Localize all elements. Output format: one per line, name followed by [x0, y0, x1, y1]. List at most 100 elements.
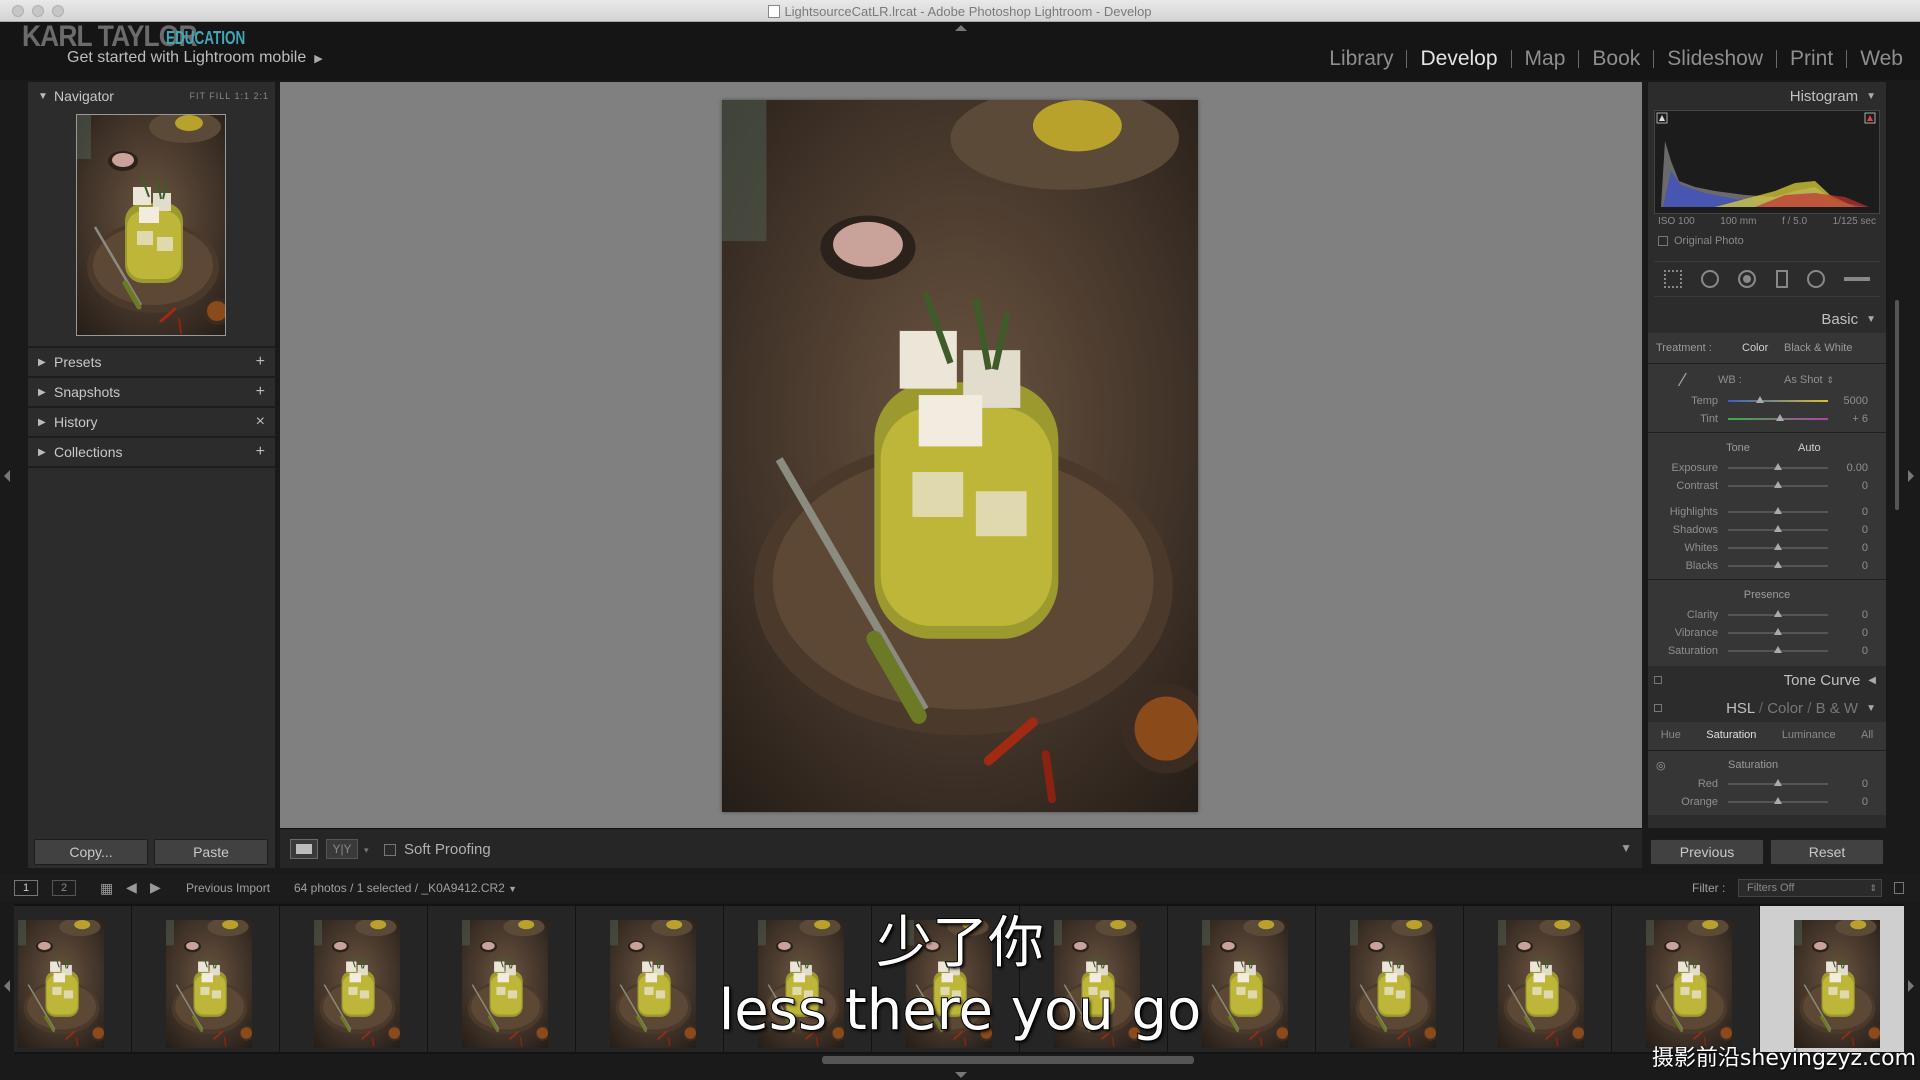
hsl-tab[interactable]: HSL: [1726, 700, 1755, 717]
slider-track[interactable]: [1728, 779, 1828, 786]
tone-curve-header[interactable]: Tone Curve ◀: [1648, 666, 1886, 694]
slider-knob[interactable]: [1756, 396, 1764, 403]
filmstrip-scrollbar[interactable]: [822, 1056, 1194, 1064]
hsl-header[interactable]: HSL / Color / B & W ▼: [1648, 694, 1886, 722]
slider-value[interactable]: 0: [1828, 609, 1878, 621]
section-action-icon[interactable]: ×: [256, 413, 265, 431]
secondary-window-button[interactable]: 2: [52, 880, 76, 896]
tone-auto-button[interactable]: Auto: [1798, 442, 1821, 454]
hsl-toggle[interactable]: [1654, 704, 1662, 712]
wb-eyedropper-icon[interactable]: ⁄: [1648, 370, 1718, 391]
section-action-icon[interactable]: +: [256, 353, 265, 371]
right-panel-toggle-icon[interactable]: [1908, 470, 1914, 482]
module-develop[interactable]: Develop: [1407, 47, 1510, 71]
soft-proofing-toggle[interactable]: Soft Proofing: [384, 841, 491, 858]
slider-knob[interactable]: [1774, 646, 1782, 653]
navigator-preview[interactable]: [76, 114, 226, 336]
red-eye-tool-icon[interactable]: [1738, 270, 1757, 288]
previous-settings-button[interactable]: Previous: [1650, 839, 1764, 865]
reset-button[interactable]: Reset: [1770, 839, 1884, 865]
back-arrow-icon[interactable]: ◀: [126, 879, 137, 896]
filmstrip-source[interactable]: Previous Import: [186, 881, 270, 895]
treatment-color-option[interactable]: Color: [1742, 342, 1784, 354]
slider-value[interactable]: 0: [1828, 560, 1878, 572]
slider-track[interactable]: [1728, 561, 1828, 568]
graduated-filter-tool-icon[interactable]: [1775, 270, 1788, 288]
slider-knob[interactable]: [1774, 797, 1782, 804]
section-action-icon[interactable]: +: [256, 443, 265, 461]
module-library[interactable]: Library: [1316, 47, 1406, 71]
treatment-bw-option[interactable]: Black & White: [1784, 342, 1852, 354]
main-window-button[interactable]: 1: [14, 880, 38, 896]
soft-proofing-checkbox[interactable]: [384, 843, 396, 856]
original-photo-toggle[interactable]: Original Photo: [1648, 229, 1886, 253]
paste-settings-button[interactable]: Paste: [154, 839, 268, 865]
histogram-graph[interactable]: [1654, 110, 1880, 214]
hsl-tab-luminance[interactable]: Luminance: [1782, 729, 1836, 741]
crop-tool-icon[interactable]: [1663, 270, 1682, 288]
slider-value[interactable]: 0: [1828, 480, 1878, 492]
color-tab[interactable]: Color: [1767, 700, 1803, 717]
slider-track[interactable]: [1728, 463, 1828, 470]
slider-track[interactable]: [1728, 525, 1828, 532]
spot-removal-tool-icon[interactable]: [1700, 270, 1719, 288]
left-panel-toggle-icon[interactable]: [4, 470, 10, 482]
right-panel-scrollbar[interactable]: [1895, 300, 1899, 510]
slider-track[interactable]: [1728, 396, 1828, 403]
navigator-zoom-options[interactable]: FIT FILL 1:1 2:1: [189, 91, 269, 101]
hsl-tab-saturation[interactable]: Saturation: [1706, 729, 1756, 741]
slider-knob[interactable]: [1774, 779, 1782, 786]
slider-track[interactable]: [1728, 628, 1828, 635]
main-photo[interactable]: [722, 100, 1198, 812]
slider-track[interactable]: [1728, 507, 1828, 514]
slider-track[interactable]: [1728, 543, 1828, 550]
navigator-header[interactable]: ▼ Navigator FIT FILL 1:1 2:1: [28, 82, 275, 110]
adjustment-brush-tool-icon[interactable]: [1844, 277, 1871, 281]
module-slideshow[interactable]: Slideshow: [1654, 47, 1776, 71]
targeted-adjustment-icon[interactable]: ◎: [1648, 759, 1728, 772]
slider-value[interactable]: 5000: [1828, 395, 1878, 407]
loupe-view-button[interactable]: [290, 839, 318, 859]
slider-knob[interactable]: [1774, 543, 1782, 550]
image-canvas[interactable]: [280, 82, 1642, 828]
slider-value[interactable]: 0.00: [1828, 462, 1878, 474]
slider-track[interactable]: [1728, 414, 1828, 421]
filmstrip-info[interactable]: 64 photos / 1 selected / _K0A9412.CR2 ▼: [294, 881, 517, 895]
bottom-panel-toggle-icon[interactable]: [955, 1072, 967, 1078]
slider-knob[interactable]: [1774, 610, 1782, 617]
toolbar-content-dropdown-icon[interactable]: ▼: [1620, 841, 1632, 855]
slider-value[interactable]: 0: [1828, 542, 1878, 554]
slider-knob[interactable]: [1774, 481, 1782, 488]
section-presets[interactable]: ▶ Presets +: [28, 348, 275, 376]
section-history[interactable]: ▶ History ×: [28, 408, 275, 436]
mobile-prompt-link[interactable]: Get started with Lightroom mobile ▶: [67, 49, 323, 67]
module-print[interactable]: Print: [1777, 47, 1846, 71]
hsl-tab-hue[interactable]: Hue: [1661, 729, 1681, 741]
slider-value[interactable]: 0: [1828, 796, 1878, 808]
forward-arrow-icon[interactable]: ▶: [150, 879, 161, 896]
section-action-icon[interactable]: +: [256, 383, 265, 401]
grid-view-icon[interactable]: ▦: [100, 880, 113, 897]
radial-filter-tool-icon[interactable]: [1806, 270, 1825, 288]
module-book[interactable]: Book: [1579, 47, 1653, 71]
before-after-button[interactable]: Y|Y: [326, 839, 358, 859]
wb-stepper-icon[interactable]: ⇕: [1827, 375, 1835, 386]
filter-select[interactable]: Filters Off ⇕: [1738, 879, 1882, 897]
copy-settings-button[interactable]: Copy...: [34, 839, 148, 865]
slider-value[interactable]: 0: [1828, 778, 1878, 790]
section-collections[interactable]: ▶ Collections +: [28, 438, 275, 466]
slider-track[interactable]: [1728, 481, 1828, 488]
slider-value[interactable]: 0: [1828, 645, 1878, 657]
slider-track[interactable]: [1728, 610, 1828, 617]
tone-curve-toggle[interactable]: [1654, 676, 1662, 684]
slider-knob[interactable]: [1774, 525, 1782, 532]
slider-knob[interactable]: [1774, 628, 1782, 635]
slider-value[interactable]: 0: [1828, 627, 1878, 639]
slider-knob[interactable]: [1774, 463, 1782, 470]
module-map[interactable]: Map: [1512, 47, 1579, 71]
filter-lock-icon[interactable]: [1894, 882, 1904, 894]
wb-select[interactable]: As Shot: [1784, 374, 1823, 386]
hsl-tab-all[interactable]: All: [1861, 729, 1873, 741]
module-web[interactable]: Web: [1847, 47, 1916, 71]
slider-value[interactable]: + 6: [1828, 413, 1878, 425]
